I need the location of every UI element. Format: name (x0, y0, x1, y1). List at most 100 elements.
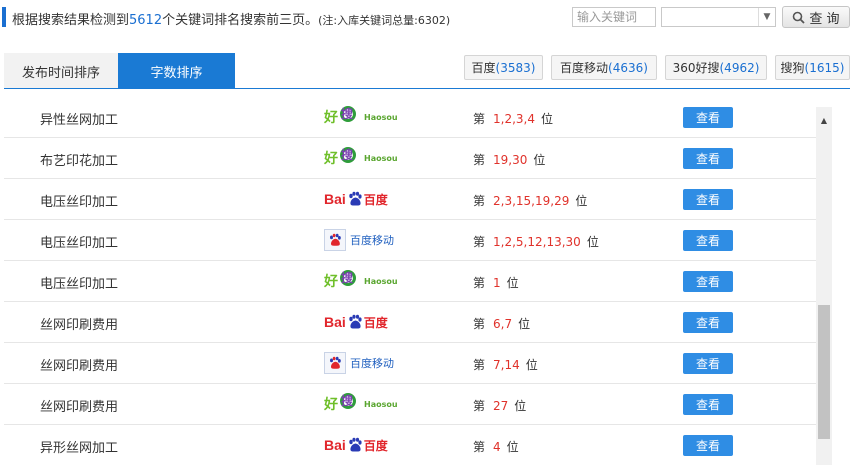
view-button[interactable]: 查看 (683, 230, 733, 251)
paw-icon (324, 352, 346, 374)
accent-bar (2, 7, 6, 27)
engine-logo: 好搜 Haosou (324, 103, 404, 131)
rank-suffix: 位 (506, 440, 519, 454)
search-icon (793, 11, 806, 24)
haosou-magnifier-icon: 搜 (340, 393, 362, 415)
engine-logo: 百度移动 (324, 349, 404, 377)
summary-count: 5612 (129, 13, 163, 28)
haosou-logo: 好搜 Haosou (324, 103, 404, 131)
view-button[interactable]: 查看 (683, 394, 733, 415)
engine-name: 360好搜 (672, 61, 720, 75)
baidu-logo: Bai 百度 (324, 308, 404, 336)
rank-prefix: 第 (473, 358, 486, 372)
chevron-down-icon[interactable]: ▼ (758, 8, 775, 26)
engine-filter-baidu-mobile[interactable]: 百度移动 (4636) (551, 55, 657, 80)
paw-icon (349, 314, 362, 329)
baidu-logo-text: Bai (324, 191, 346, 207)
list-item: 丝网印刷费用 好搜 Haosou 第 27 位 查看 (4, 384, 816, 425)
engine-name: 搜狗 (780, 61, 805, 75)
view-button[interactable]: 查看 (683, 435, 733, 456)
haosou-logo-text: Haosou (364, 112, 398, 122)
rank-prefix: 第 (473, 112, 486, 126)
summary-bar: 根据搜索结果检测到5612个关键词排名搜索前三页。(注:入库关键词总量:6302… (0, 0, 854, 36)
rank-info: 第 2,3,15,19,29 位 (473, 192, 587, 209)
engine-filter-sogou[interactable]: 搜狗 (1615) (775, 55, 850, 80)
engine-logo: Bai 百度 (324, 185, 404, 213)
rank-info: 第 27 位 (473, 397, 526, 414)
list-item: 布艺印花加工 好搜 Haosou 第 19,30 位 查看 (4, 138, 816, 179)
baidu-mobile-logo-text: 百度移动 (350, 357, 394, 370)
rank-positions: 4 (493, 440, 501, 454)
paw-icon (324, 229, 346, 251)
baidu-logo-text: Bai (324, 314, 346, 330)
engine-name: 百度移动 (560, 61, 609, 75)
engine-filter-360[interactable]: 360好搜 (4962) (665, 55, 767, 80)
engine-logo: 百度移动 (324, 226, 404, 254)
haosou-logo-char: 搜 (341, 107, 354, 121)
rank-positions: 7,14 (493, 358, 520, 372)
haosou-logo-text: Haosou (364, 276, 398, 286)
rank-info: 第 1,2,3,4 位 (473, 110, 553, 127)
keyword-text: 丝网印刷费用 (40, 400, 119, 415)
rank-suffix: 位 (506, 276, 519, 290)
haosou-logo-char: 好 (324, 397, 338, 413)
rank-positions: 1,2,5,12,13,30 (493, 235, 581, 249)
engine-filter-baidu[interactable]: 百度 (3583) (464, 55, 543, 80)
rank-suffix: 位 (518, 317, 531, 331)
scrollbar[interactable]: ▲ (816, 107, 832, 465)
view-button[interactable]: 查看 (683, 107, 733, 128)
haosou-magnifier-icon: 搜 (340, 270, 362, 292)
rank-positions: 19,30 (493, 153, 528, 167)
list-item: 异性丝网加工 好搜 Haosou 第 1,2,3,4 位 查看 (4, 97, 816, 138)
rank-suffix: 位 (533, 153, 546, 167)
keyword-search-input[interactable] (572, 7, 656, 27)
rank-info: 第 7,14 位 (473, 356, 538, 373)
rank-suffix: 位 (525, 358, 538, 372)
haosou-logo-char: 好 (324, 274, 338, 290)
view-button[interactable]: 查看 (683, 353, 733, 374)
rank-prefix: 第 (473, 235, 486, 249)
view-button[interactable]: 查看 (683, 312, 733, 333)
rank-prefix: 第 (473, 440, 486, 454)
engine-logo: 好搜 Haosou (324, 267, 404, 295)
rank-suffix: 位 (575, 194, 588, 208)
keyword-rank-list: 异性丝网加工好搜 Haosou 第 1,2,3,4 位查看 布艺印花加工好搜 Haosou 第… (4, 97, 816, 465)
haosou-logo-char: 搜 (341, 394, 354, 408)
engine-select[interactable]: ▼ (661, 7, 776, 27)
list-item: 丝网印刷费用 Bai 百度 第 6,7 位 查看 (4, 302, 816, 343)
summary-note: (注:入库关键词总量:6302) (318, 14, 451, 27)
scrollbar-thumb[interactable] (818, 305, 830, 439)
haosou-magnifier-icon: 搜 (340, 106, 362, 128)
query-button-label: 查 询 (809, 11, 840, 27)
list-item: 电压丝印加工 好搜 Haosou 第 1 位 查看 (4, 261, 816, 302)
baidu-mobile-logo-text: 百度移动 (350, 234, 394, 247)
tab-word-count[interactable]: 字数排序 (118, 53, 235, 89)
summary-suffix: 个关键词排名搜索前三页。 (162, 13, 319, 28)
tab-divider (4, 88, 850, 89)
query-button[interactable]: 查 询 (782, 6, 850, 28)
rank-info: 第 1,2,5,12,13,30 位 (473, 233, 599, 250)
view-button[interactable]: 查看 (683, 189, 733, 210)
list-item: 异形丝网加工 Bai 百度 第 4 位 查看 (4, 425, 816, 465)
haosou-logo-char: 搜 (341, 148, 354, 162)
tab-publish-time[interactable]: 发布时间排序 (4, 53, 118, 89)
list-item: 电压丝印加工 Bai 百度 第 2,3,15,19,29 位 查看 (4, 179, 816, 220)
rank-info: 第 6,7 位 (473, 315, 530, 332)
keyword-text: 异性丝网加工 (40, 113, 119, 128)
haosou-magnifier-icon: 搜 (340, 147, 362, 169)
engine-count: (1615) (804, 60, 845, 75)
engine-logo: Bai 百度 (324, 431, 404, 459)
rank-prefix: 第 (473, 317, 486, 331)
baidu-logo-text: 百度 (363, 192, 388, 207)
baidu-logo: Bai 百度 (324, 185, 404, 213)
haosou-logo: 好搜 Haosou (324, 144, 404, 172)
engine-count: (4962) (719, 60, 760, 75)
rank-positions: 1,2,3,4 (493, 112, 535, 126)
view-button[interactable]: 查看 (683, 148, 733, 169)
engine-logo: 好搜 Haosou (324, 390, 404, 418)
baidu-logo: Bai 百度 (324, 431, 404, 459)
keyword-text: 异形丝网加工 (40, 441, 119, 456)
scroll-up-arrow-icon[interactable]: ▲ (816, 113, 832, 127)
view-button[interactable]: 查看 (683, 271, 733, 292)
rank-positions: 2,3,15,19,29 (493, 194, 570, 208)
